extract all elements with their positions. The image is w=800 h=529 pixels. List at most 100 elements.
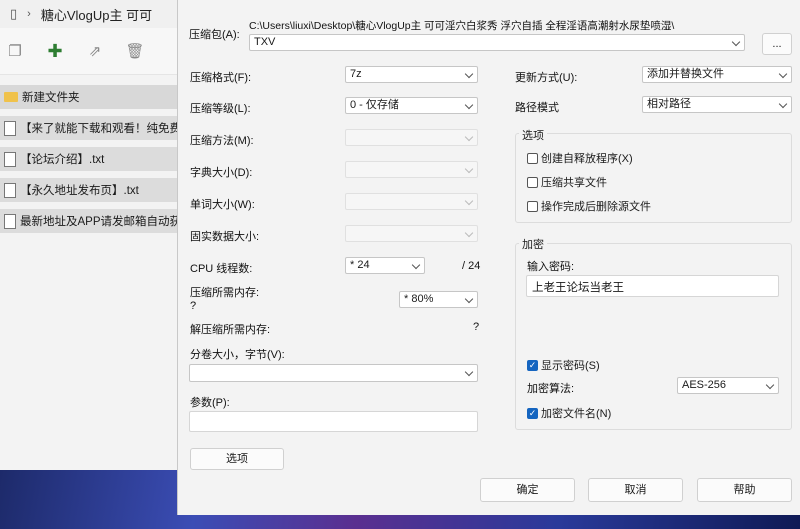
path-mode-value: 相对路径 <box>647 98 691 110</box>
chevron-down-icon <box>464 132 474 142</box>
options-group-title: 选项 <box>519 127 547 143</box>
update-label: 更新方式(U): <box>515 72 578 84</box>
level-select[interactable]: 0 - 仅存储 <box>345 97 478 114</box>
list-item[interactable]: 【论坛介绍】.txt <box>0 147 185 171</box>
file-name: 新建文件夹 <box>22 92 80 104</box>
archive-label: 压缩包(A): <box>189 29 240 41</box>
chevron-down-icon <box>464 196 474 206</box>
add-to-archive-icon[interactable]: ✚ <box>46 41 64 61</box>
shared-files-label: 压缩共享文件 <box>541 177 607 189</box>
show-password-label: 显示密码(S) <box>541 360 600 372</box>
encryption-method-select[interactable]: AES-256 <box>677 377 779 394</box>
explorer-breadcrumb[interactable]: 糖心VlogUp主 可可 <box>41 5 152 24</box>
shared-files-checkbox[interactable]: 压缩共享文件 <box>527 174 607 190</box>
memory-usage-select[interactable]: * 80% <box>399 291 478 308</box>
show-password-checkbox[interactable]: ✓ 显示密码(S) <box>527 357 600 373</box>
chevron-right-icon: › <box>27 8 31 20</box>
delete-source-label: 操作完成后删除源文件 <box>541 201 651 213</box>
cpu-threads-select[interactable]: * 24 <box>345 257 425 274</box>
level-value: 0 - 仅存储 <box>350 99 399 111</box>
copy-icon[interactable]: ❐ <box>6 42 24 60</box>
list-item[interactable]: 最新地址及APP请发邮箱自动获 <box>0 209 185 233</box>
folder-icon <box>4 92 18 102</box>
decomp-label: 解压缩所需内存: <box>190 324 271 336</box>
update-mode-select[interactable]: 添加并替换文件 <box>642 66 792 83</box>
share-icon[interactable]: ⇗ <box>86 42 104 60</box>
chevron-down-icon <box>778 69 788 79</box>
checkbox-checked-icon[interactable]: ✓ <box>527 407 538 419</box>
word-select[interactable] <box>345 193 478 210</box>
decomp-unknown: ? <box>473 321 480 333</box>
password-value: 上老王论坛当老王 <box>532 282 624 294</box>
solid-label: 固实数据大小: <box>190 231 260 243</box>
level-label: 压缩等级(L): <box>190 103 251 115</box>
params-label: 参数(P): <box>190 397 230 409</box>
archive-name-value: TXV <box>254 36 276 48</box>
options-button[interactable]: 选项 <box>190 448 284 470</box>
document-icon <box>4 151 16 167</box>
cpu-threads-value: * 24 <box>350 259 370 271</box>
chevron-down-icon <box>765 380 775 390</box>
update-mode-value: 添加并替换文件 <box>647 68 724 80</box>
archive-name-combobox[interactable]: TXV <box>249 34 745 51</box>
file-list: 新建文件夹 【来了就能下载和观看！纯免费 【论坛介绍】.txt 【永久地址发布页… <box>0 75 185 233</box>
list-item[interactable]: 新建文件夹 <box>0 85 185 109</box>
ok-button[interactable]: 确定 <box>480 478 575 502</box>
word-label: 单词大小(W): <box>190 199 255 211</box>
browse-button[interactable]: ... <box>762 33 792 55</box>
sfx-label: 创建自释放程序(X) <box>541 153 633 165</box>
format-label: 压缩格式(F): <box>190 72 252 84</box>
chevron-down-icon[interactable] <box>731 37 741 47</box>
memory-usage-value: * 80% <box>404 293 434 305</box>
delete-icon[interactable]: 🗑 <box>125 42 144 60</box>
solid-select[interactable] <box>345 225 478 242</box>
cancel-button[interactable]: 取消 <box>588 478 683 502</box>
method-select[interactable] <box>345 129 478 146</box>
encryption-method-value: AES-256 <box>682 379 727 391</box>
document-icon <box>4 213 16 229</box>
format-select[interactable]: 7z <box>345 66 478 83</box>
volume-label: 分卷大小，字节(V): <box>190 349 285 361</box>
document-icon <box>4 182 16 198</box>
file-name: 【论坛介绍】.txt <box>20 154 105 166</box>
explorer-toolbar: ❐ ✚ ⇗ 🗑 <box>0 28 185 75</box>
chevron-down-icon <box>411 260 421 270</box>
pc-icon[interactable]: ▯ <box>10 6 17 22</box>
checkbox-box[interactable] <box>527 200 538 212</box>
path-label: 路径模式 <box>515 102 559 114</box>
document-icon <box>4 120 16 136</box>
dict-select[interactable] <box>345 161 478 178</box>
archive-path-text: C:\Users\liuxi\Desktop\糖心VlogUp主 可可淫穴白浆秀… <box>249 20 675 32</box>
encrypt-names-checkbox[interactable]: ✓ 加密文件名(N) <box>527 405 611 421</box>
file-name: 最新地址及APP请发邮箱自动获 <box>20 216 182 228</box>
chevron-down-icon <box>464 294 474 304</box>
chevron-down-icon <box>778 99 788 109</box>
chevron-down-icon <box>464 69 474 79</box>
checkbox-box[interactable] <box>527 152 538 164</box>
mem-unknown: ? <box>190 300 197 312</box>
help-button[interactable]: 帮助 <box>697 478 792 502</box>
cpu-label: CPU 线程数: <box>190 263 253 275</box>
checkbox-box[interactable] <box>527 176 538 188</box>
sfx-checkbox[interactable]: 创建自释放程序(X) <box>527 150 633 166</box>
volume-size-combobox[interactable] <box>189 364 478 382</box>
file-name: 【永久地址发布页】.txt <box>20 185 139 197</box>
cpu-total: / 24 <box>462 260 481 272</box>
add-to-archive-dialog: 压缩包(A): C:\Users\liuxi\Desktop\糖心VlogUp主… <box>177 0 800 515</box>
password-input[interactable]: 上老王论坛当老王 <box>526 275 779 297</box>
list-item[interactable]: 【永久地址发布页】.txt <box>0 178 185 202</box>
chevron-down-icon[interactable] <box>464 367 474 377</box>
list-item[interactable]: 【来了就能下载和观看！纯免费 <box>0 116 185 140</box>
checkbox-checked-icon[interactable]: ✓ <box>527 359 538 371</box>
method-label: 压缩方法(M): <box>190 135 254 147</box>
params-input[interactable] <box>189 411 478 432</box>
mem-label: 压缩所需内存: <box>190 287 260 299</box>
password-label: 输入密码: <box>527 261 575 273</box>
encrypt-names-label: 加密文件名(N) <box>541 408 612 420</box>
path-mode-select[interactable]: 相对路径 <box>642 96 792 113</box>
delete-source-checkbox[interactable]: 操作完成后删除源文件 <box>527 198 651 214</box>
chevron-down-icon <box>464 228 474 238</box>
format-value: 7z <box>350 68 362 80</box>
file-explorer-window: ▯ › 糖心VlogUp主 可可 ❐ ✚ ⇗ 🗑 新建文件夹 【来了就能下载和观… <box>0 0 186 470</box>
dict-label: 字典大小(D): <box>190 167 253 179</box>
